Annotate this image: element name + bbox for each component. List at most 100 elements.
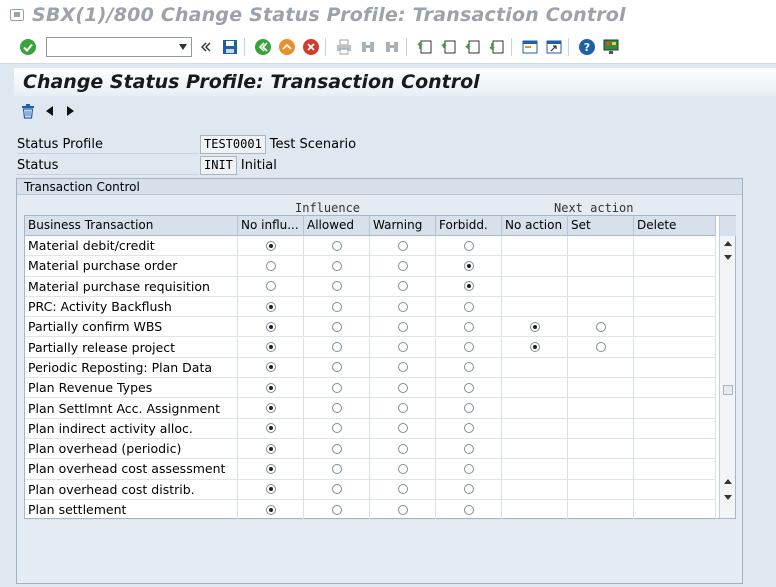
influence-radio[interactable] [397, 362, 408, 373]
influence-radio[interactable] [463, 240, 474, 251]
command-field[interactable] [46, 36, 192, 57]
column-header[interactable]: No influ... [238, 216, 304, 236]
influence-radio[interactable] [397, 504, 408, 515]
influence-radio[interactable] [265, 321, 276, 332]
influence-radio[interactable] [265, 484, 276, 495]
influence-radio[interactable] [463, 260, 474, 271]
scroll-page-up-button[interactable] [720, 474, 736, 488]
delete-button[interactable] [19, 102, 37, 120]
influence-radio[interactable] [463, 504, 474, 515]
influence-radio[interactable] [265, 463, 276, 474]
status-field[interactable]: INIT [200, 156, 237, 175]
column-header[interactable]: No action [502, 216, 568, 236]
influence-radio[interactable] [331, 504, 342, 515]
scroll-down-button[interactable] [720, 250, 736, 264]
influence-radio[interactable] [397, 403, 408, 414]
influence-radio[interactable] [463, 484, 474, 495]
influence-radio[interactable] [463, 463, 474, 474]
influence-radio[interactable] [331, 382, 342, 393]
influence-radio[interactable] [463, 281, 474, 292]
window-menu-icon[interactable] [10, 9, 24, 21]
influence-radio[interactable] [331, 342, 342, 353]
column-header[interactable]: Business Transaction [25, 216, 238, 236]
customize-layout-button[interactable] [601, 37, 621, 57]
column-header[interactable]: Forbidd. [436, 216, 502, 236]
influence-radio[interactable] [331, 281, 342, 292]
cancel-button[interactable] [301, 37, 321, 57]
influence-radio[interactable] [265, 423, 276, 434]
next-page-button[interactable] [463, 37, 483, 57]
influence-radio[interactable] [463, 321, 474, 332]
shortcut-button[interactable] [544, 37, 564, 57]
influence-radio[interactable] [397, 240, 408, 251]
influence-radio[interactable] [397, 443, 408, 454]
influence-radio[interactable] [331, 240, 342, 251]
enter-button[interactable] [18, 37, 38, 57]
influence-radio[interactable] [265, 362, 276, 373]
influence-radio[interactable] [331, 321, 342, 332]
next-action-radio[interactable] [595, 321, 606, 332]
influence-radio[interactable] [397, 382, 408, 393]
influence-radio[interactable] [397, 484, 408, 495]
influence-radio[interactable] [463, 362, 474, 373]
influence-radio[interactable] [463, 301, 474, 312]
column-header[interactable]: Delete [634, 216, 716, 236]
influence-radio[interactable] [265, 403, 276, 414]
influence-radio[interactable] [265, 281, 276, 292]
influence-radio[interactable] [331, 443, 342, 454]
previous-page-button[interactable] [439, 37, 459, 57]
influence-radio[interactable] [463, 342, 474, 353]
influence-radio[interactable] [463, 423, 474, 434]
influence-radio[interactable] [265, 301, 276, 312]
chevron-down-icon[interactable] [178, 43, 188, 51]
influence-radio[interactable] [331, 362, 342, 373]
first-page-button[interactable] [415, 37, 435, 57]
influence-radio[interactable] [397, 321, 408, 332]
last-page-button[interactable] [487, 37, 507, 57]
influence-radio[interactable] [265, 342, 276, 353]
influence-radio[interactable] [463, 443, 474, 454]
print-button[interactable] [334, 37, 354, 57]
next-entry-button[interactable] [63, 102, 77, 120]
vertical-scrollbar[interactable] [719, 216, 736, 518]
new-session-button[interactable] [520, 37, 540, 57]
find-button[interactable] [358, 37, 378, 57]
next-action-radio[interactable] [529, 342, 540, 353]
influence-radio[interactable] [265, 382, 276, 393]
scroll-up-button[interactable] [720, 236, 736, 250]
influence-radio[interactable] [331, 301, 342, 312]
back-button[interactable] [253, 37, 273, 57]
scroll-page-down-button[interactable] [720, 490, 736, 504]
influence-radio[interactable] [463, 382, 474, 393]
status-profile-field[interactable]: TEST0001 [200, 135, 266, 154]
influence-radio[interactable] [265, 443, 276, 454]
influence-radio[interactable] [463, 403, 474, 414]
influence-radio[interactable] [331, 463, 342, 474]
column-header[interactable]: Warning [370, 216, 436, 236]
influence-radio[interactable] [331, 260, 342, 271]
save-button[interactable] [220, 37, 240, 57]
influence-radio[interactable] [397, 342, 408, 353]
previous-entry-button[interactable] [43, 102, 57, 120]
find-next-button[interactable] [382, 37, 402, 57]
influence-radio[interactable] [265, 260, 276, 271]
influence-radio[interactable] [265, 240, 276, 251]
scrollbar-thumb[interactable] [723, 385, 733, 395]
next-action-radio[interactable] [595, 342, 606, 353]
influence-radio[interactable] [397, 260, 408, 271]
next-action-radio[interactable] [529, 321, 540, 332]
column-header[interactable]: Allowed [304, 216, 370, 236]
influence-cell [436, 499, 502, 521]
influence-radio[interactable] [331, 403, 342, 414]
exit-button[interactable] [277, 37, 297, 57]
column-header[interactable]: Set [568, 216, 634, 236]
influence-radio[interactable] [331, 423, 342, 434]
help-button[interactable]: ? [577, 37, 597, 57]
collapse-command-button[interactable] [196, 37, 216, 57]
influence-radio[interactable] [397, 463, 408, 474]
influence-radio[interactable] [397, 281, 408, 292]
influence-radio[interactable] [331, 484, 342, 495]
influence-radio[interactable] [265, 504, 276, 515]
influence-radio[interactable] [397, 301, 408, 312]
influence-radio[interactable] [397, 423, 408, 434]
